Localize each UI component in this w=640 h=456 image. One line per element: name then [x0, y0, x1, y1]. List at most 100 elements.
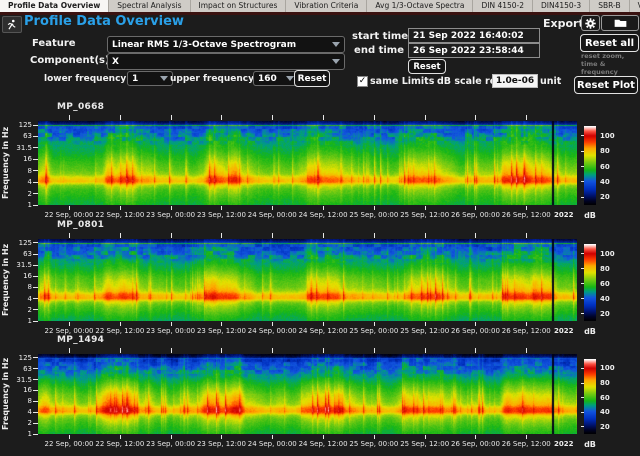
tab-impact-on-structures[interactable]: Impact on Structures — [191, 0, 287, 12]
reset-plot-button[interactable]: Reset Plot — [574, 76, 638, 94]
colorbar-tick-label: 60 — [600, 163, 610, 171]
y-tick-label: 2 — [8, 419, 32, 427]
colorbar-tick-label: 100 — [600, 364, 615, 372]
start-time-input[interactable]: 21 Sep 2022 16:40:02 — [408, 28, 540, 43]
x-tick-mark-top — [526, 348, 527, 353]
tab-sbr-b[interactable]: SBR-B — [590, 0, 629, 12]
time-reset-button[interactable]: Reset — [408, 59, 446, 74]
x-tick-mark-bottom — [374, 322, 375, 326]
colorbar-tick-mark — [581, 197, 584, 198]
x-tick-mark-bottom — [425, 435, 426, 439]
colorbar-tick-label: 80 — [600, 379, 610, 387]
colorbar-tick-mark — [581, 283, 584, 284]
components-select[interactable]: X — [107, 53, 345, 70]
components-label: Component(s) — [30, 55, 110, 66]
colorbar-tick-mark — [581, 135, 584, 136]
x-tick-label: 24 Sep, 12:00 — [299, 440, 348, 448]
tab-profile-data-overview[interactable]: Profile Data Overview — [0, 0, 109, 12]
x-tick-label: 23 Sep, 12:00 — [197, 440, 246, 448]
x-axis-year-label: 2022 — [554, 327, 573, 335]
plot-title-mp_0801: MP_0801 — [57, 220, 104, 230]
y-tick-label: 16 — [8, 155, 32, 163]
y-tick-label: 4 — [8, 295, 32, 303]
feature-select[interactable]: Linear RMS 1/3-Octave Spectrogram — [107, 36, 345, 53]
spectrogram-mp_0801[interactable] — [38, 239, 577, 321]
tab-din-4150-2[interactable]: DIN 4150-2 — [473, 0, 533, 12]
x-tick-mark-bottom — [526, 206, 527, 210]
colorbar-tick-label: 20 — [600, 193, 610, 201]
end-time-label: end time — [352, 45, 404, 56]
x-tick-mark-bottom — [526, 322, 527, 326]
reset-hint-line: reset zoom, — [581, 52, 640, 60]
x-tick-mark-bottom — [221, 435, 222, 439]
x-tick-mark-top — [120, 233, 121, 238]
y-tick-label: 8 — [8, 283, 32, 291]
x-tick-label: 25 Sep, 12:00 — [400, 327, 449, 335]
y-tick-label: 16 — [8, 386, 32, 394]
db-scale-input[interactable]: 1.0e-06 — [492, 74, 538, 88]
x-tick-label: 26 Sep, 12:00 — [502, 327, 551, 335]
spectrogram-mp_0668[interactable] — [38, 121, 577, 205]
x-axis-year-label: 2022 — [554, 440, 573, 448]
y-tick-label: 63 — [8, 250, 32, 258]
x-tick-mark-bottom — [526, 435, 527, 439]
db-scale-unit-label: unit — [540, 76, 561, 87]
tab-spectral-analysis[interactable]: Spectral Analysis — [109, 0, 190, 12]
tab-vdv[interactable]: VDV — [630, 0, 640, 12]
colorbar-tick-mark — [581, 298, 584, 299]
y-tick-label: 31.5 — [8, 144, 32, 152]
x-tick-label: 22 Sep, 00:00 — [45, 327, 94, 335]
tab-din4150-3[interactable]: DIN4150-3 — [533, 0, 590, 12]
colorbar-tick-mark — [581, 397, 584, 398]
tab-avg-1-3-octave-spectra[interactable]: Avg 1/3-Octave Spectra — [367, 0, 473, 12]
reset-all-button[interactable]: Reset all — [580, 34, 639, 52]
x-tick-mark-bottom — [323, 435, 324, 439]
upper-frequency-select[interactable]: 160 — [253, 71, 299, 86]
x-axis-year-label: 2022 — [554, 211, 573, 219]
x-tick-mark-top — [272, 233, 273, 238]
y-tick-label: 4 — [8, 408, 32, 416]
y-tick-label: 2 — [8, 306, 32, 314]
colorbar-tick-label: 80 — [600, 265, 610, 273]
feature-label: Feature — [32, 38, 76, 49]
x-tick-label: 22 Sep, 00:00 — [45, 211, 94, 219]
x-tick-mark-top — [272, 348, 273, 353]
x-tick-mark-top — [374, 233, 375, 238]
x-tick-mark-bottom — [323, 206, 324, 210]
colorbar-tick-label: 20 — [600, 423, 610, 431]
x-tick-label: 24 Sep, 12:00 — [299, 211, 348, 219]
x-tick-label: 22 Sep, 12:00 — [95, 211, 144, 219]
chevron-down-icon — [332, 42, 340, 47]
chevron-down-icon — [286, 76, 294, 81]
colorbar-tick-mark — [581, 426, 584, 427]
colorbar-tick-mark — [581, 368, 584, 369]
upper-frequency-value: 160 — [258, 74, 283, 84]
colorbar-tick-mark — [581, 412, 584, 413]
x-tick-mark-top — [475, 233, 476, 238]
x-tick-mark-bottom — [374, 206, 375, 210]
x-tick-label: 23 Sep, 00:00 — [146, 327, 195, 335]
end-time-input[interactable]: 26 Sep 2022 23:58:44 — [408, 43, 540, 58]
x-tick-label: 24 Sep, 00:00 — [248, 327, 297, 335]
tab-vibration-criteria[interactable]: Vibration Criteria — [286, 0, 367, 12]
export-folder-button[interactable] — [601, 15, 639, 31]
x-tick-mark-top — [323, 115, 324, 120]
same-limits-checkbox[interactable]: ✓ — [357, 76, 368, 87]
x-tick-mark-bottom — [272, 206, 273, 210]
same-limits-label: same Limits — [370, 76, 434, 87]
lower-frequency-select[interactable]: 1 — [127, 71, 173, 86]
export-settings-button[interactable] — [581, 15, 600, 31]
y-tick-label: 8 — [8, 397, 32, 405]
x-tick-mark-top — [526, 115, 527, 120]
x-tick-label: 22 Sep, 00:00 — [45, 440, 94, 448]
x-tick-mark-bottom — [171, 322, 172, 326]
x-tick-label: 26 Sep, 12:00 — [502, 440, 551, 448]
x-tick-mark-top — [120, 348, 121, 353]
reset-hint-line: time & frequency — [581, 60, 640, 76]
spectrogram-mp_1494[interactable] — [38, 354, 577, 434]
y-tick-label: 125 — [8, 121, 32, 129]
lower-frequency-label: lower frequency — [44, 74, 126, 84]
export-label: Export — [543, 17, 584, 30]
frequency-reset-button[interactable]: Reset — [294, 70, 330, 87]
colorbar-tick-mark — [581, 383, 584, 384]
